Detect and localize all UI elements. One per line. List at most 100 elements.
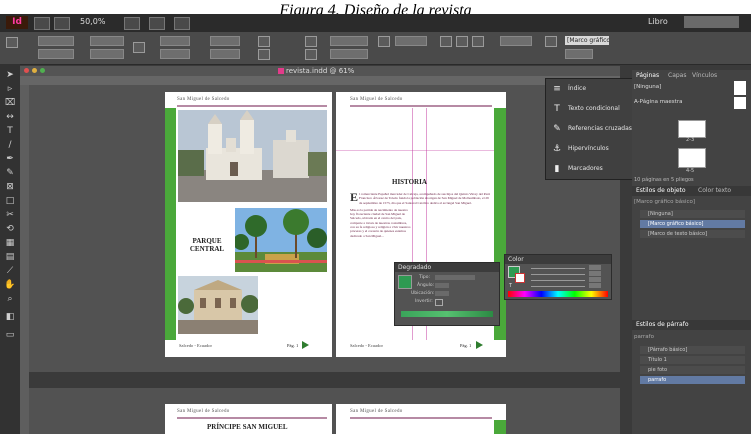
direct-selection-tool-icon[interactable]: ▹ [4, 84, 16, 94]
church-photo[interactable] [178, 110, 327, 202]
object-style-item[interactable]: [Marco de texto básico] [640, 230, 745, 238]
scissors-tool-icon[interactable]: ✂ [4, 210, 16, 220]
tab-color-text[interactable]: Color texto [698, 185, 731, 196]
cyan-value-field[interactable] [589, 265, 601, 270]
maximize-window-icon[interactable] [40, 68, 45, 73]
height-field[interactable] [90, 49, 124, 59]
menu-item-bookmarks[interactable]: ▮ Marcadores [546, 159, 636, 179]
menu-item-cross-references[interactable]: ✎ Referencias cruzadas [546, 119, 636, 139]
gradient-tool-icon[interactable]: ▦ [4, 238, 16, 248]
free-transform-tool-icon[interactable]: ⟲ [4, 224, 16, 234]
spread-thumb-4-5[interactable] [678, 148, 706, 168]
paragraph-style-item-selected[interactable]: parrafo [640, 376, 745, 384]
center-content-icon[interactable] [472, 36, 484, 47]
yellow-slider[interactable] [531, 280, 585, 281]
rotation-field[interactable] [210, 36, 240, 46]
color-panel[interactable]: Color T [504, 254, 612, 300]
spread-thumb-2-3[interactable] [678, 120, 706, 138]
tab-pages[interactable]: Páginas [636, 70, 659, 81]
magenta-slider[interactable] [531, 274, 585, 275]
stroke-weight-field[interactable] [330, 36, 368, 46]
width-field[interactable] [90, 36, 124, 46]
stroke-color-swatch[interactable] [515, 273, 525, 283]
zoom-tool-icon[interactable]: ⌕ [4, 294, 16, 304]
magenta-value-field[interactable] [589, 271, 601, 276]
color-spectrum[interactable] [508, 291, 608, 297]
frame-fitting-field[interactable] [565, 49, 593, 59]
tab-links[interactable]: Vínculos [692, 70, 717, 81]
paragraph-style-item[interactable]: pie foto [640, 366, 745, 374]
pen-tool-icon[interactable]: ✒ [4, 154, 16, 164]
minibridge-icon[interactable] [54, 17, 70, 30]
menu-item-index[interactable]: ≡ Índice [546, 79, 636, 99]
park-photo[interactable] [235, 208, 327, 272]
eyedropper-tool-icon[interactable]: ⟋ [4, 266, 16, 276]
search-input[interactable] [684, 16, 739, 28]
page-tool-icon[interactable]: ⌧ [4, 98, 16, 108]
gap-tool-icon[interactable]: ↔ [4, 112, 16, 122]
gradient-reverse-icon[interactable] [435, 299, 443, 306]
fill-stroke-icon[interactable]: ◧ [4, 312, 16, 322]
pages-master-a[interactable]: A-Página maestra [634, 98, 749, 106]
y-position-field[interactable] [38, 49, 74, 59]
drop-shadow-icon[interactable] [378, 36, 390, 47]
tab-object-styles[interactable]: Estilos de objeto [636, 185, 686, 196]
hand-tool-icon[interactable]: ✋ [4, 280, 16, 290]
selection-tool-icon[interactable]: ➤ [4, 70, 16, 80]
screen-mode-icon[interactable] [149, 17, 165, 30]
fill-swatch-icon[interactable] [305, 36, 317, 47]
minimize-window-icon[interactable] [32, 68, 37, 73]
menu-item-conditional-text[interactable]: T Texto condicional [546, 99, 636, 119]
pages-none-master[interactable]: [Ninguna] [634, 83, 749, 91]
close-window-icon[interactable] [24, 68, 29, 73]
stroke-type-field[interactable] [330, 49, 368, 59]
arrange-documents-icon[interactable] [174, 17, 190, 30]
gradient-location-field[interactable] [435, 291, 449, 296]
line-tool-icon[interactable]: / [4, 140, 16, 150]
object-style-item[interactable]: [Ninguna] [640, 210, 745, 218]
rectangle-frame-tool-icon[interactable]: ⊠ [4, 182, 16, 192]
tab-paragraph-styles[interactable]: Estilos de párrafo [636, 319, 689, 330]
tab-layers[interactable]: Capas [668, 70, 686, 81]
gradient-angle-field[interactable] [435, 283, 449, 288]
view-options-icon[interactable] [124, 17, 140, 30]
object-style-dropdown[interactable]: [Marco gráfico básico] [565, 36, 609, 45]
opacity-field[interactable] [395, 36, 427, 46]
pencil-tool-icon[interactable]: ✎ [4, 168, 16, 178]
color-text-toggle[interactable]: T [509, 283, 512, 289]
flip-icon[interactable] [258, 49, 270, 60]
yellow-value-field[interactable] [589, 277, 601, 282]
fit-frame-icon[interactable] [456, 36, 468, 47]
gradient-panel[interactable]: Degradado Tipo: Ángulo: Ubicación: Inver… [394, 262, 500, 326]
screen-mode-icon[interactable]: ▭ [4, 330, 16, 340]
gradient-swatch[interactable] [398, 275, 412, 289]
black-value-field[interactable] [589, 283, 601, 288]
document-title[interactable]: revista.indd @ 61% [286, 66, 354, 76]
paragraph-style-item[interactable]: [Párrafo básico] [640, 346, 745, 354]
building-photo[interactable] [178, 276, 258, 334]
type-tool-icon[interactable]: T [4, 126, 16, 136]
spread2-left-page[interactable]: San Miguel de Salcedo PRÍNCIPE SAN MIGUE… [165, 404, 332, 434]
shear-field[interactable] [210, 49, 240, 59]
rectangle-tool-icon[interactable]: □ [4, 196, 16, 206]
constrain-proportions-icon[interactable] [133, 42, 145, 53]
left-page[interactable]: San Miguel de Salcedo PARQUE CENTRAL Sal… [165, 92, 332, 357]
zoom-level[interactable]: 50,0% [80, 17, 105, 26]
workspace-switcher[interactable]: Libro [648, 17, 668, 26]
object-style-item-selected[interactable]: [Marco gráfico básico] [640, 220, 745, 228]
vertical-ruler[interactable] [20, 85, 29, 434]
scale-y-field[interactable] [160, 49, 190, 59]
bridge-icon[interactable] [34, 17, 50, 30]
gradient-type-dropdown[interactable] [435, 275, 475, 280]
corner-size-field[interactable] [500, 36, 532, 46]
note-tool-icon[interactable]: ▤ [4, 252, 16, 262]
menu-item-hyperlinks[interactable]: ⚓ Hipervínculos [546, 139, 636, 159]
x-position-field[interactable] [38, 36, 74, 46]
spread2-right-page[interactable]: San Miguel de Salcedo [336, 404, 506, 434]
historia-text-frame[interactable]: E l comerciante Español mercader de Calc… [350, 191, 490, 238]
scale-x-field[interactable] [160, 36, 190, 46]
stroke-swatch-icon[interactable] [305, 49, 317, 60]
paragraph-style-item[interactable]: Título 1 [640, 356, 745, 364]
gradient-ramp[interactable] [401, 311, 493, 317]
fit-content-icon[interactable] [440, 36, 452, 47]
